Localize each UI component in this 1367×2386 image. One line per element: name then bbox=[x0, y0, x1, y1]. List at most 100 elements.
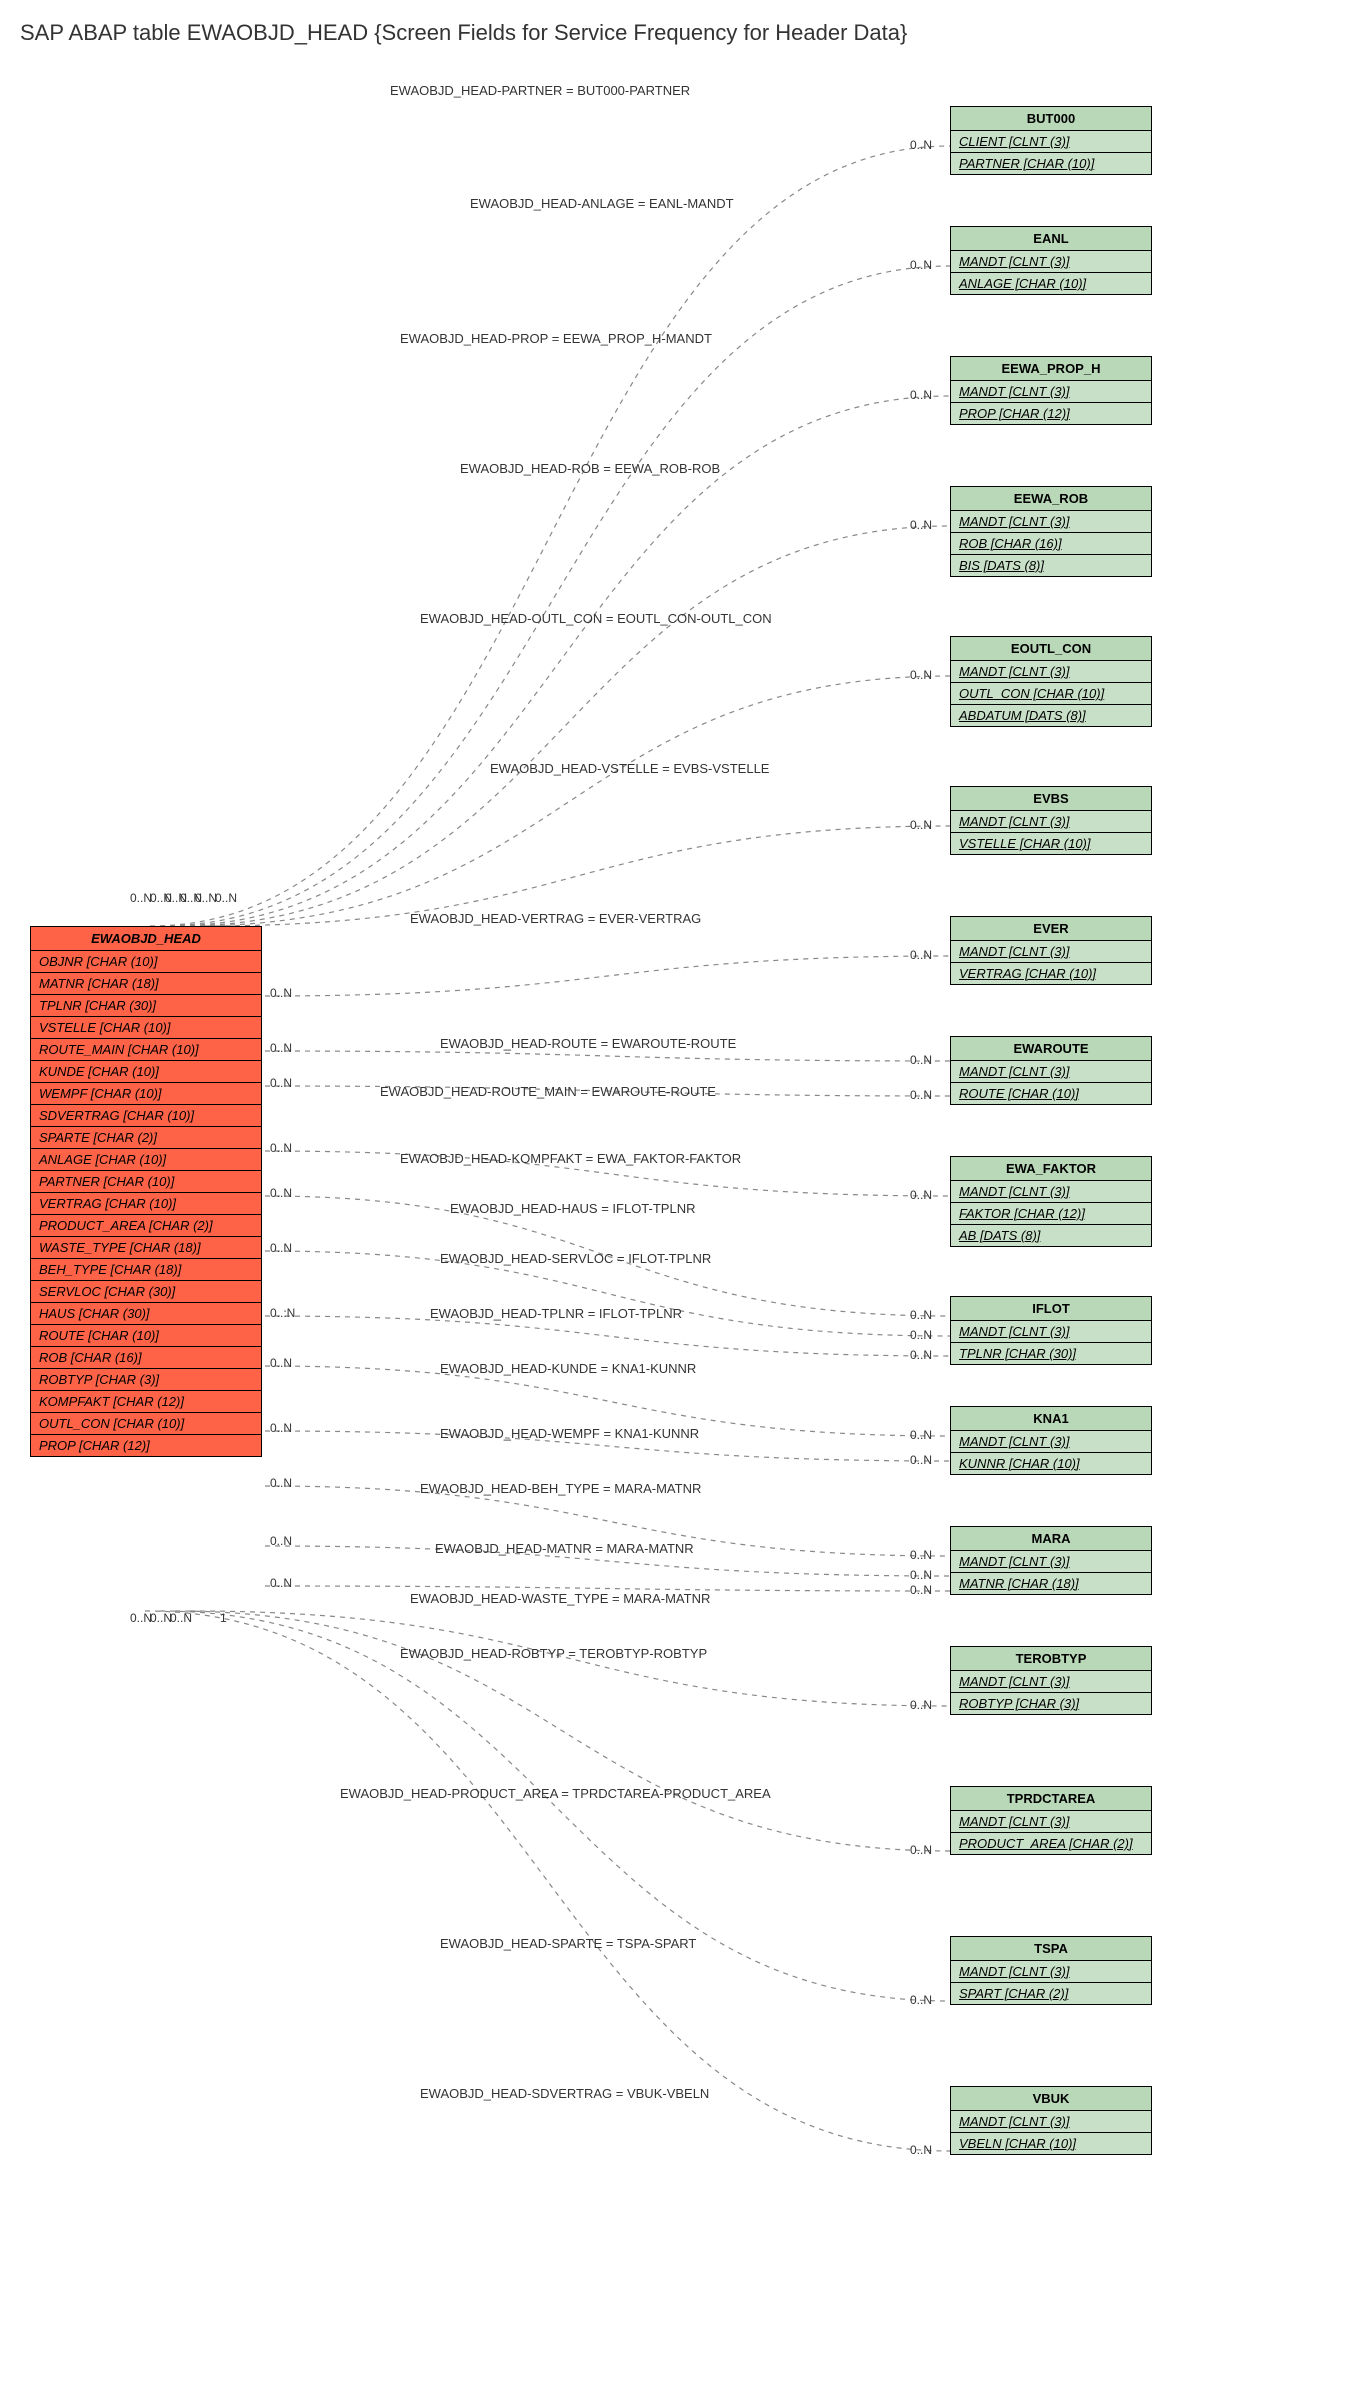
ref-entity-iflot: IFLOTMANDT [CLNT (3)]TPLNR [CHAR (30)] bbox=[950, 1296, 1152, 1365]
entity-header: TSPA bbox=[951, 1937, 1151, 1961]
cardinality-right: 0..N bbox=[910, 258, 932, 272]
cardinality-left: 0..N bbox=[170, 1611, 192, 1625]
cardinality-left: 0..N bbox=[270, 1534, 292, 1548]
entity-header: TPRDCTAREA bbox=[951, 1787, 1151, 1811]
cardinality-left: 0..N bbox=[215, 891, 237, 905]
entity-field: KUNDE [CHAR (10)] bbox=[31, 1061, 261, 1083]
entity-field: BIS [DATS (8)] bbox=[951, 555, 1151, 576]
cardinality-left: 1 bbox=[220, 1611, 227, 1625]
entity-field: MANDT [CLNT (3)] bbox=[951, 251, 1151, 273]
relation-label: EWAOBJD_HEAD-ROUTE_MAIN = EWAROUTE-ROUTE bbox=[380, 1084, 716, 1099]
relation-label: EWAOBJD_HEAD-ROBTYP = TEROBTYP-ROBTYP bbox=[400, 1646, 707, 1661]
entity-field: ROBTYP [CHAR (3)] bbox=[951, 1693, 1151, 1714]
entity-header: EVBS bbox=[951, 787, 1151, 811]
entity-field: VERTRAG [CHAR (10)] bbox=[951, 963, 1151, 984]
entity-field: ROUTE [CHAR (10)] bbox=[31, 1325, 261, 1347]
relation-label: EWAOBJD_HEAD-PRODUCT_AREA = TPRDCTAREA-P… bbox=[340, 1786, 771, 1801]
entity-header: BUT000 bbox=[951, 107, 1151, 131]
relation-label: EWAOBJD_HEAD-ANLAGE = EANL-MANDT bbox=[470, 196, 734, 211]
entity-header: VBUK bbox=[951, 2087, 1151, 2111]
cardinality-right: 0..N bbox=[910, 1053, 932, 1067]
relation-label: EWAOBJD_HEAD-OUTL_CON = EOUTL_CON-OUTL_C… bbox=[420, 611, 772, 626]
relation-label: EWAOBJD_HEAD-VERTRAG = EVER-VERTRAG bbox=[410, 911, 701, 926]
ref-entity-tspa: TSPAMANDT [CLNT (3)]SPART [CHAR (2)] bbox=[950, 1936, 1152, 2005]
entity-field: ROUTE [CHAR (10)] bbox=[951, 1083, 1151, 1104]
relation-label: EWAOBJD_HEAD-WEMPF = KNA1-KUNNR bbox=[440, 1426, 699, 1441]
entity-field: MANDT [CLNT (3)] bbox=[951, 661, 1151, 683]
entity-field: OUTL_CON [CHAR (10)] bbox=[31, 1413, 261, 1435]
entity-header: EWA_FAKTOR bbox=[951, 1157, 1151, 1181]
cardinality-left: 0..N bbox=[270, 1576, 292, 1590]
entity-field: MATNR [CHAR (18)] bbox=[951, 1573, 1151, 1594]
entity-field: PROP [CHAR (12)] bbox=[31, 1435, 261, 1456]
cardinality-left: 0..N bbox=[270, 1186, 292, 1200]
entity-header: EWAOBJD_HEAD bbox=[31, 927, 261, 951]
entity-header: EOUTL_CON bbox=[951, 637, 1151, 661]
relation-label: EWAOBJD_HEAD-KUNDE = KNA1-KUNNR bbox=[440, 1361, 696, 1376]
entity-field: ROUTE_MAIN [CHAR (10)] bbox=[31, 1039, 261, 1061]
cardinality-right: 0..N bbox=[910, 1993, 932, 2007]
relation-label: EWAOBJD_HEAD-KOMPFAKT = EWA_FAKTOR-FAKTO… bbox=[400, 1151, 741, 1166]
entity-field: ROB [CHAR (16)] bbox=[31, 1347, 261, 1369]
cardinality-right: 0..N bbox=[910, 1568, 932, 1582]
cardinality-left: 0..N bbox=[270, 1421, 292, 1435]
cardinality-left: 0..N bbox=[130, 891, 152, 905]
ref-entity-eoutl_con: EOUTL_CONMANDT [CLNT (3)]OUTL_CON [CHAR … bbox=[950, 636, 1152, 727]
entity-field: VSTELLE [CHAR (10)] bbox=[31, 1017, 261, 1039]
cardinality-right: 0..N bbox=[910, 1348, 932, 1362]
entity-field: PRODUCT_AREA [CHAR (2)] bbox=[951, 1833, 1151, 1854]
cardinality-left: 0..N bbox=[130, 1611, 152, 1625]
entity-field: SERVLOC [CHAR (30)] bbox=[31, 1281, 261, 1303]
entity-field: MANDT [CLNT (3)] bbox=[951, 1961, 1151, 1983]
ref-entity-terobtyp: TEROBTYPMANDT [CLNT (3)]ROBTYP [CHAR (3)… bbox=[950, 1646, 1152, 1715]
ref-entity-eewa_prop_h: EEWA_PROP_HMANDT [CLNT (3)]PROP [CHAR (1… bbox=[950, 356, 1152, 425]
ref-entity-eewa_rob: EEWA_ROBMANDT [CLNT (3)]ROB [CHAR (16)]B… bbox=[950, 486, 1152, 577]
cardinality-left: 0..N bbox=[270, 1356, 292, 1370]
relation-label: EWAOBJD_HEAD-PROP = EEWA_PROP_H-MANDT bbox=[400, 331, 712, 346]
entity-header: TEROBTYP bbox=[951, 1647, 1151, 1671]
entity-field: OBJNR [CHAR (10)] bbox=[31, 951, 261, 973]
relation-label: EWAOBJD_HEAD-BEH_TYPE = MARA-MATNR bbox=[420, 1481, 701, 1496]
cardinality-left: 0..N bbox=[270, 1041, 292, 1055]
entity-field: SDVERTRAG [CHAR (10)] bbox=[31, 1105, 261, 1127]
entity-field: MANDT [CLNT (3)] bbox=[951, 1811, 1151, 1833]
cardinality-right: 0..N bbox=[910, 2143, 932, 2157]
entity-header: IFLOT bbox=[951, 1297, 1151, 1321]
relation-label: EWAOBJD_HEAD-ROB = EEWA_ROB-ROB bbox=[460, 461, 720, 476]
page-title: SAP ABAP table EWAOBJD_HEAD {Screen Fiel… bbox=[20, 20, 1347, 46]
relation-label: EWAOBJD_HEAD-ROUTE = EWAROUTE-ROUTE bbox=[440, 1036, 736, 1051]
ref-entity-kna1: KNA1MANDT [CLNT (3)]KUNNR [CHAR (10)] bbox=[950, 1406, 1152, 1475]
entity-field: MANDT [CLNT (3)] bbox=[951, 1321, 1151, 1343]
entity-header: KNA1 bbox=[951, 1407, 1151, 1431]
cardinality-left: 0..N bbox=[270, 1141, 292, 1155]
ref-entity-mara: MARAMANDT [CLNT (3)]MATNR [CHAR (18)] bbox=[950, 1526, 1152, 1595]
entity-header: MARA bbox=[951, 1527, 1151, 1551]
entity-field: ANLAGE [CHAR (10)] bbox=[31, 1149, 261, 1171]
entity-field: OUTL_CON [CHAR (10)] bbox=[951, 683, 1151, 705]
ref-entity-evbs: EVBSMANDT [CLNT (3)]VSTELLE [CHAR (10)] bbox=[950, 786, 1152, 855]
entity-field: PARTNER [CHAR (10)] bbox=[951, 153, 1151, 174]
entity-field: VBELN [CHAR (10)] bbox=[951, 2133, 1151, 2154]
entity-field: ROB [CHAR (16)] bbox=[951, 533, 1151, 555]
relation-label: EWAOBJD_HEAD-SERVLOC = IFLOT-TPLNR bbox=[440, 1251, 711, 1266]
entity-field: MANDT [CLNT (3)] bbox=[951, 1061, 1151, 1083]
ref-entity-vbuk: VBUKMANDT [CLNT (3)]VBELN [CHAR (10)] bbox=[950, 2086, 1152, 2155]
cardinality-right: 0..N bbox=[910, 1843, 932, 1857]
entity-header: EVER bbox=[951, 917, 1151, 941]
ref-entity-eanl: EANLMANDT [CLNT (3)]ANLAGE [CHAR (10)] bbox=[950, 226, 1152, 295]
cardinality-right: 0..N bbox=[910, 1698, 932, 1712]
relation-label: EWAOBJD_HEAD-PARTNER = BUT000-PARTNER bbox=[390, 83, 690, 98]
ref-entity-ewa_faktor: EWA_FAKTORMANDT [CLNT (3)]FAKTOR [CHAR (… bbox=[950, 1156, 1152, 1247]
main-entity: EWAOBJD_HEADOBJNR [CHAR (10)]MATNR [CHAR… bbox=[30, 926, 262, 1457]
relation-label: EWAOBJD_HEAD-HAUS = IFLOT-TPLNR bbox=[450, 1201, 695, 1216]
entity-header: EEWA_ROB bbox=[951, 487, 1151, 511]
entity-field: MATNR [CHAR (18)] bbox=[31, 973, 261, 995]
cardinality-right: 0..N bbox=[910, 1428, 932, 1442]
entity-field: TPLNR [CHAR (30)] bbox=[31, 995, 261, 1017]
cardinality-right: 0..N bbox=[910, 818, 932, 832]
cardinality-left: 0..N bbox=[270, 986, 292, 1000]
entity-field: MANDT [CLNT (3)] bbox=[951, 2111, 1151, 2133]
entity-field: AB [DATS (8)] bbox=[951, 1225, 1151, 1246]
cardinality-left: 0..N bbox=[150, 1611, 172, 1625]
cardinality-left: 0..N bbox=[270, 1476, 292, 1490]
